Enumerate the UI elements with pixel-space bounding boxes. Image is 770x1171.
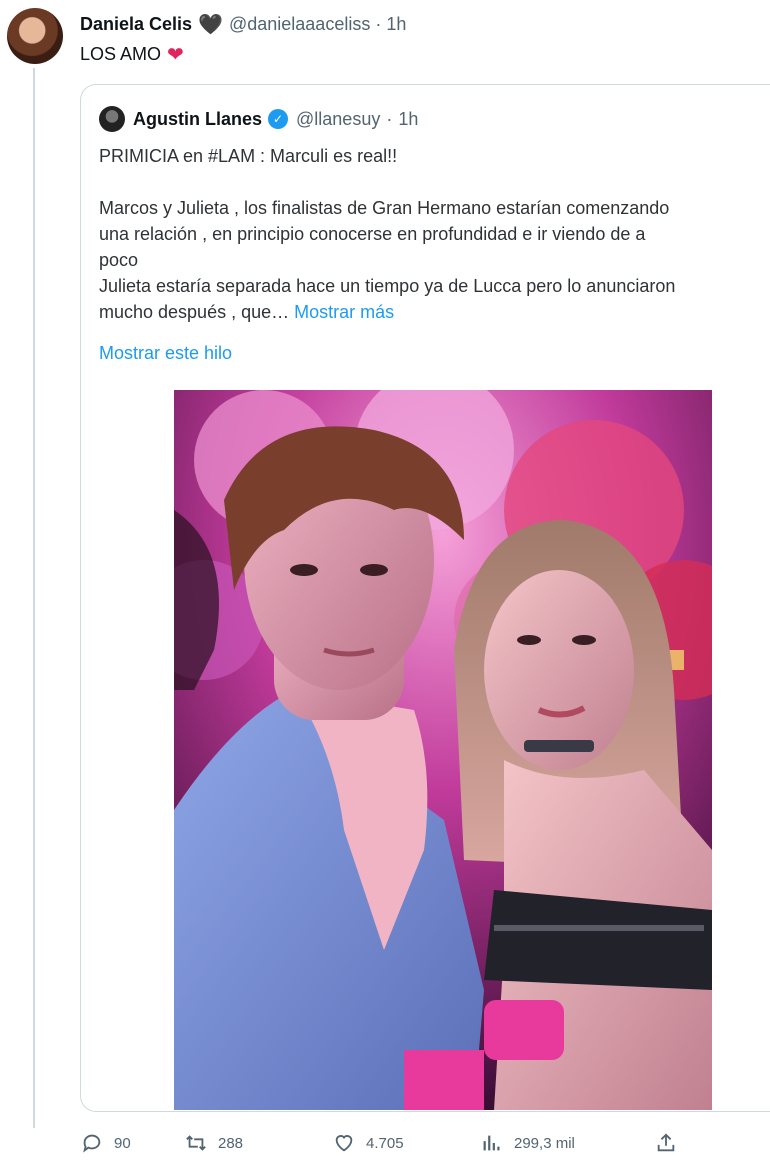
quote-author-handle[interactable]: @llanesuy (296, 109, 380, 130)
author-name[interactable]: Daniela Celis (80, 14, 192, 35)
quoted-tweet-card[interactable]: Agustin Llanes ✓ @llanesuy · 1h PRIMICIA… (80, 84, 770, 1112)
reply-action[interactable]: 90 (80, 1126, 131, 1160)
like-action[interactable]: 4.705 (332, 1126, 404, 1160)
tweet-text-content: LOS AMO (80, 44, 162, 64)
show-more-link[interactable]: Mostrar más (294, 302, 394, 322)
share-action[interactable] (654, 1126, 688, 1160)
black-heart-emoji: 🖤 (198, 13, 223, 36)
quote-line-truncated: mucho después , que… (99, 302, 290, 322)
views-action[interactable]: 299,3 mil (480, 1126, 575, 1160)
heart-icon (332, 1131, 356, 1155)
quote-line: mucho después , que… Mostrar más (99, 299, 769, 325)
quote-line: una relación , en principio conocerse en… (99, 224, 646, 244)
reply-icon (80, 1131, 104, 1155)
quote-body: PRIMICIA en #LAM : Marculi es real!! Mar… (99, 143, 769, 325)
quote-author-name[interactable]: Agustin Llanes (133, 109, 262, 130)
separator-dot: · (375, 13, 382, 34)
views-count: 299,3 mil (514, 1134, 575, 1152)
quote-line: Julieta estaría separada hace un tiempo … (99, 276, 676, 296)
retweet-icon (184, 1131, 208, 1155)
tweet-text: LOS AMO ❤ (80, 42, 184, 67)
show-thread-link[interactable]: Mostrar este hilo (99, 343, 232, 364)
tweet-photo[interactable] (174, 390, 712, 1110)
views-icon (480, 1131, 504, 1155)
tweet-header: Daniela Celis 🖤 @danielaaaceliss · 1h (80, 11, 406, 37)
verified-icon: ✓ (268, 109, 289, 129)
author-handle[interactable]: @danielaaaceliss (229, 14, 370, 35)
tweet-actions: 90 288 4.705 299,3 mil (80, 1126, 770, 1160)
like-count: 4.705 (366, 1134, 404, 1152)
quote-line: PRIMICIA en #LAM : Marculi es real!! (99, 146, 398, 166)
quote-avatar[interactable] (99, 106, 125, 132)
thread-line (33, 68, 35, 1128)
quote-time[interactable]: 1h (398, 109, 418, 130)
quote-line: Marcos y Julieta , los finalistas de Gra… (99, 198, 670, 218)
reply-count: 90 (114, 1134, 131, 1152)
photo-illustration (174, 390, 712, 1110)
quote-separator-dot: · (386, 108, 393, 129)
quote-header: Agustin Llanes ✓ @llanesuy · 1h (99, 105, 418, 133)
tweet-time[interactable]: 1h (386, 14, 406, 35)
share-icon (654, 1131, 678, 1155)
retweet-action[interactable]: 288 (184, 1126, 243, 1160)
red-heart-emoji: ❤ (167, 44, 184, 66)
avatar[interactable] (7, 8, 63, 64)
quote-line: poco (99, 250, 139, 270)
retweet-count: 288 (218, 1134, 244, 1152)
